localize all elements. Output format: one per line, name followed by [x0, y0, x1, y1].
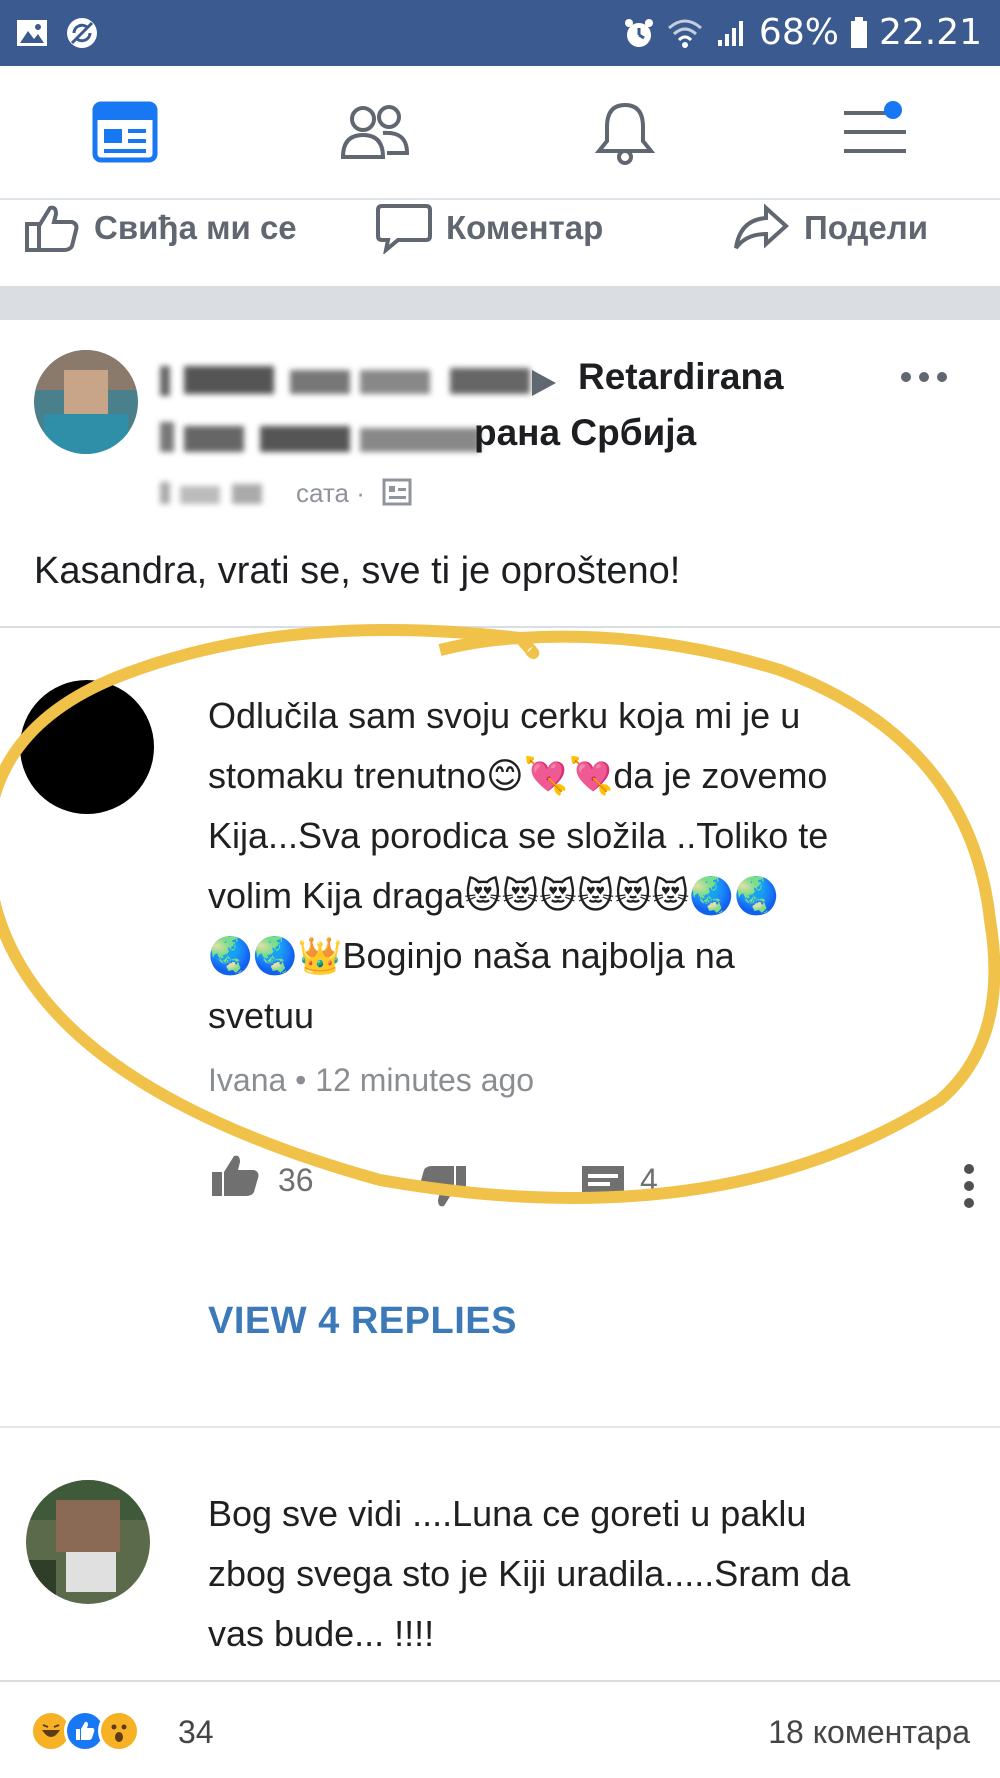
share-button[interactable]: Подели [732, 202, 928, 254]
post-time: сата · [296, 478, 365, 508]
reaction-count[interactable]: 34 [178, 1714, 214, 1751]
group-privacy-icon [382, 478, 412, 506]
wow-reaction-icon [98, 1710, 140, 1752]
like-button[interactable]: Свиђа ми се [24, 202, 297, 254]
menu-tab[interactable] [830, 87, 920, 177]
group-name-line1[interactable]: Retardirana [578, 356, 784, 398]
gallery-notification-icon [14, 15, 50, 51]
reactions-summary[interactable] [30, 1710, 140, 1752]
battery-percent: 68% [758, 12, 839, 53]
news-feed-icon [92, 101, 158, 163]
status-bar: 68% 22.21 [0, 0, 1000, 66]
view-replies-link[interactable]: VIEW 4 REPLIES [208, 1300, 517, 1343]
wifi-icon [667, 15, 703, 51]
author-name-redacted[interactable] [160, 362, 560, 398]
share-icon [734, 203, 789, 250]
like-icon [25, 205, 79, 252]
news-feed-tab[interactable] [80, 87, 170, 177]
post-text: Kasandra, vrati se, sve ti je oprošteno! [34, 550, 681, 592]
second-comment-body: Bog sve vidi ....Luna ce goreti u paklu … [208, 1484, 998, 1664]
group-name-redacted [160, 418, 480, 454]
comment-label: Коментар [446, 209, 604, 246]
comment-divider [0, 1426, 1000, 1428]
more-options-icon[interactable] [900, 370, 948, 384]
menu-notification-dot [884, 101, 902, 119]
friends-tab[interactable] [330, 87, 420, 177]
share-label: Подели [804, 209, 928, 246]
comment-count[interactable]: 18 коментара [768, 1714, 970, 1751]
battery-icon [849, 15, 869, 51]
top-navigation [0, 66, 1000, 200]
notifications-tab[interactable] [580, 87, 670, 177]
notifications-icon [595, 102, 655, 165]
group-name-line2[interactable]: рана Србија [474, 412, 696, 454]
arrow-right-icon [532, 370, 556, 396]
feed-divider [0, 286, 1000, 320]
comment-line: Bog sve vidi ....Luna ce goreti u paklu [208, 1493, 807, 1534]
clock: 22.21 [878, 12, 982, 53]
signal-icon [713, 15, 749, 51]
highlight-circle [0, 624, 1000, 1204]
author-avatar[interactable] [34, 350, 138, 454]
comment-icon [376, 204, 432, 254]
comment-line: zbog svega sto je Kiji uradila.....Sram … [208, 1553, 851, 1594]
comment-line: vas bude... !!!! [208, 1613, 435, 1654]
friends-icon [340, 105, 410, 159]
no-sync-icon [64, 15, 100, 51]
alarm-icon [621, 15, 657, 51]
post-time-redacted [160, 478, 270, 506]
like-label: Свиђа ми се [94, 209, 297, 246]
second-commenter-avatar [26, 1480, 150, 1604]
comment-button[interactable]: Коментар [376, 202, 603, 254]
